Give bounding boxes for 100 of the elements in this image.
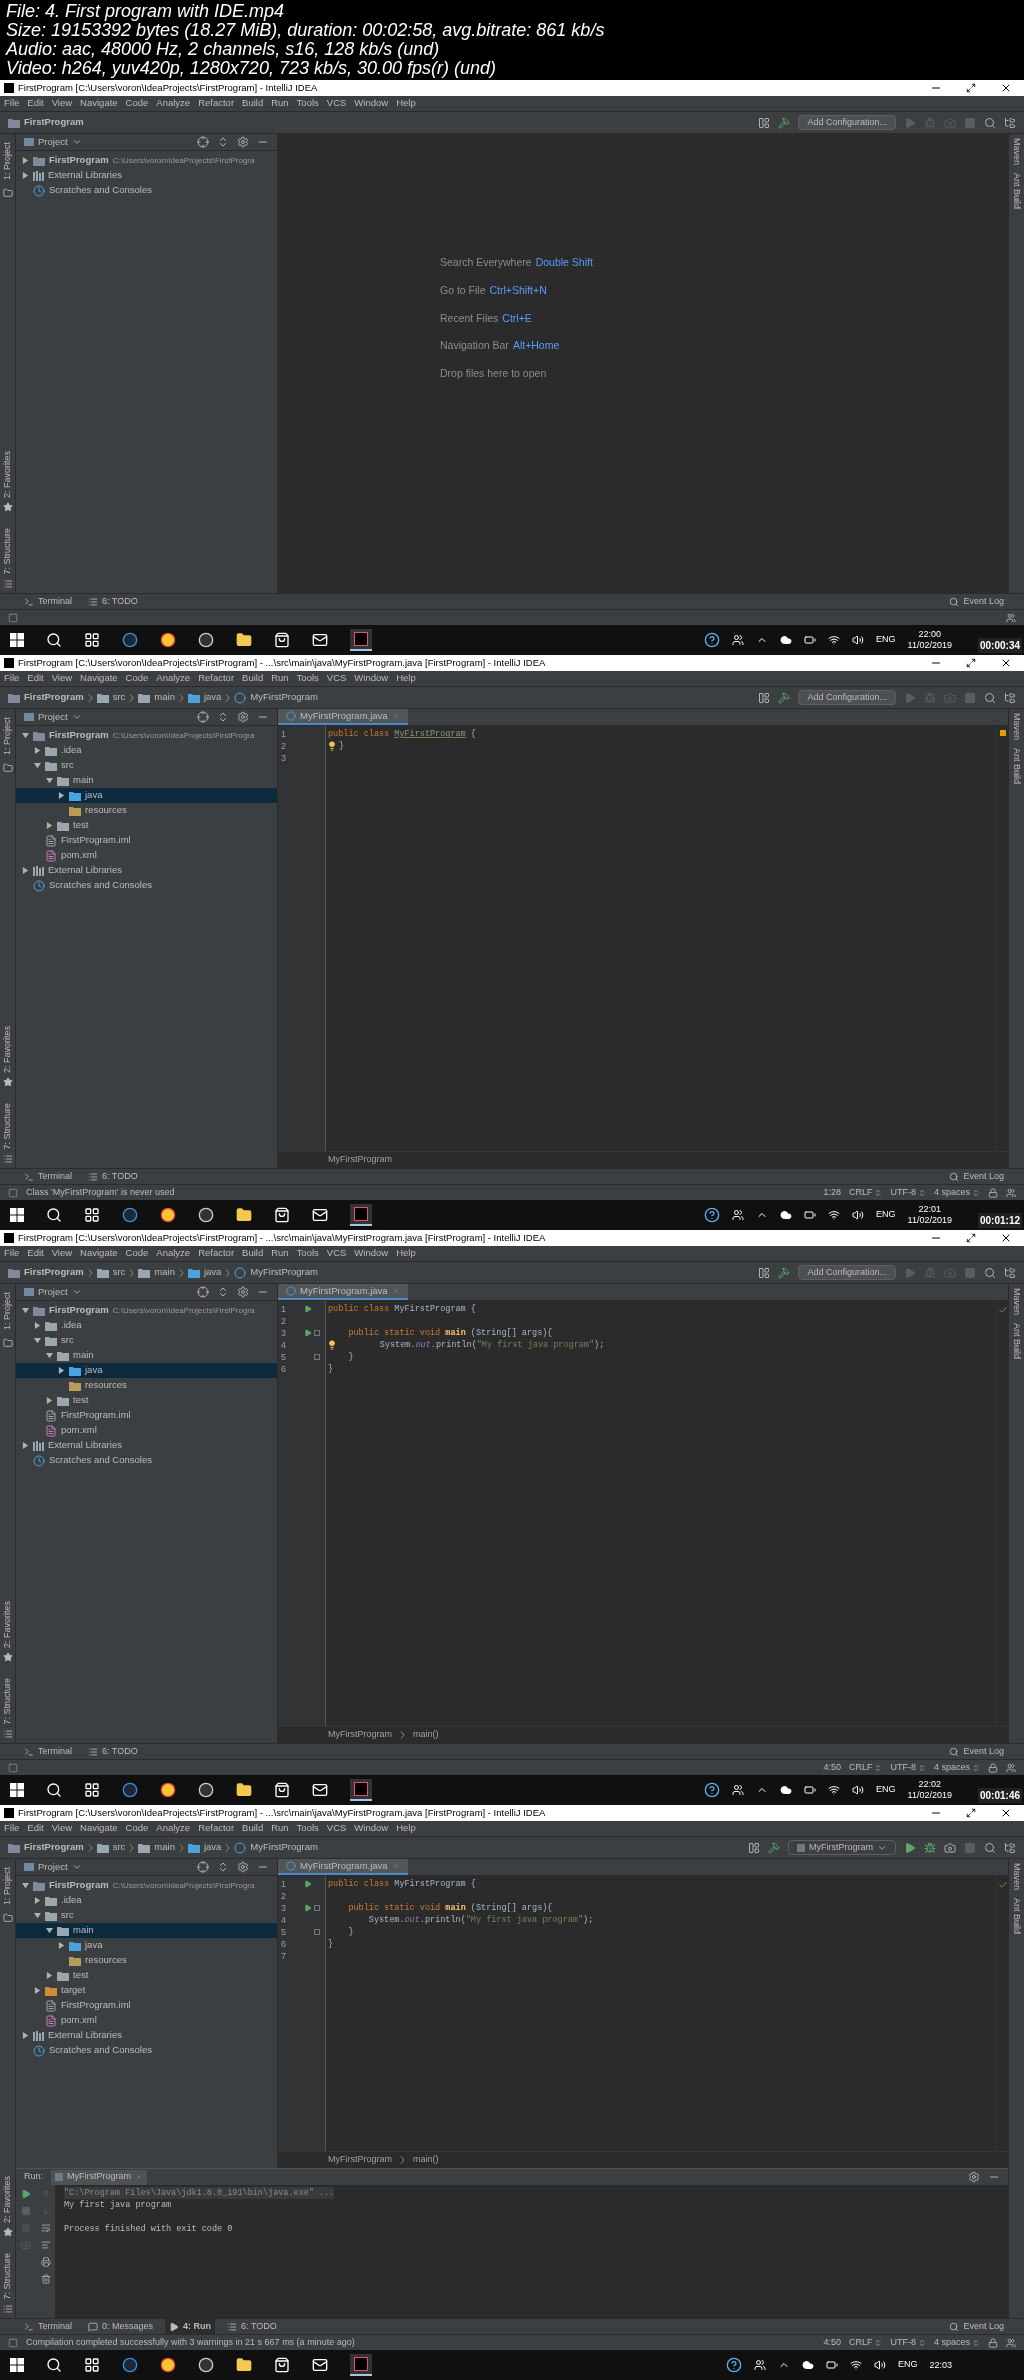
help-icon[interactable] — [704, 1782, 721, 1798]
project-structure-icon[interactable] — [1004, 691, 1016, 704]
locate-icon[interactable] — [197, 711, 209, 723]
tree-item[interactable]: src — [16, 1333, 277, 1348]
side-tab[interactable]: Maven — [1009, 1863, 1024, 1890]
menu-item[interactable]: File — [4, 1246, 20, 1261]
breadcrumb-item[interactable]: FirstProgram — [8, 1840, 84, 1855]
collapsed-arrow-icon[interactable] — [22, 2032, 29, 2039]
menu-item[interactable]: View — [51, 671, 73, 686]
layout-icon[interactable] — [758, 116, 771, 129]
debug-icon[interactable] — [924, 1841, 936, 1854]
app-icon[interactable] — [160, 632, 176, 648]
mail-icon[interactable] — [312, 1782, 328, 1798]
cloud-icon[interactable] — [780, 1209, 793, 1221]
event-log-button[interactable]: Event Log — [949, 594, 1004, 609]
expanded-arrow-icon[interactable] — [46, 1927, 53, 1934]
tool-window-tab[interactable]: 6: TODO — [84, 594, 142, 609]
clock[interactable]: 22:00 11/02/2019 — [907, 629, 952, 651]
run-gutter-icon[interactable] — [304, 1329, 312, 1337]
menu-item[interactable]: Tools — [296, 671, 319, 686]
tree-item[interactable]: .idea — [16, 743, 277, 758]
restore-icon[interactable] — [966, 1233, 976, 1243]
search-icon[interactable] — [46, 632, 62, 648]
breadcrumb-item[interactable]: java — [187, 1265, 222, 1280]
ide-app-icon[interactable] — [350, 629, 372, 651]
folder-icon[interactable] — [236, 2357, 252, 2373]
menu-item[interactable]: Help — [396, 671, 416, 686]
menu-item[interactable]: Analyze — [156, 1246, 191, 1261]
clock[interactable]: 22:02 11/02/2019 — [907, 1779, 952, 1801]
event-log-button[interactable]: Event Log — [949, 2319, 1004, 2334]
tree-item[interactable]: FirstProgram C:\Users\voron\IdeaProjects\FirstProgra — [16, 728, 277, 743]
app-icon[interactable] — [122, 1782, 138, 1798]
language-indicator[interactable]: ENG — [876, 633, 896, 647]
app-icon[interactable] — [198, 632, 214, 648]
search-icon[interactable] — [46, 1207, 62, 1223]
breadcrumb-item[interactable]: MyFirstProgram — [234, 1840, 318, 1855]
status-indicator[interactable]: 4 spaces — [933, 1185, 980, 1200]
side-tab[interactable]: Ant Build — [1009, 1323, 1024, 1360]
settings-icon[interactable] — [237, 1286, 249, 1298]
menu-item[interactable]: View — [51, 1246, 73, 1261]
settings-icon[interactable] — [237, 711, 249, 723]
locate-icon[interactable] — [197, 136, 209, 148]
menu-item[interactable]: Tools — [296, 1246, 319, 1261]
side-tab[interactable]: 7: Structure — [0, 524, 15, 579]
side-tab[interactable]: 2: Favorites — [0, 447, 15, 503]
wifi-icon[interactable] — [828, 1784, 841, 1796]
menu-item[interactable]: VCS — [326, 1246, 347, 1261]
menu-item[interactable]: VCS — [326, 96, 347, 111]
status-indicator[interactable]: CRLF — [848, 2335, 883, 2350]
breadcrumb-item[interactable]: src — [96, 1840, 126, 1855]
task-view-icon[interactable] — [84, 632, 100, 648]
tool-window-tab[interactable]: Terminal — [20, 1744, 76, 1759]
breadcrumb-item[interactable]: FirstProgram — [8, 690, 84, 705]
project-structure-icon[interactable] — [1004, 1841, 1016, 1854]
lock-icon[interactable] — [988, 2337, 998, 2348]
shopping-bag-icon[interactable] — [274, 632, 290, 648]
breadcrumb-item[interactable]: FirstProgram — [8, 115, 84, 130]
menu-item[interactable]: View — [51, 96, 73, 111]
side-tab[interactable]: Maven — [1009, 138, 1024, 165]
menu-item[interactable]: Navigate — [80, 1821, 118, 1836]
cloud-icon[interactable] — [780, 634, 793, 646]
run-tab[interactable]: MyFirstProgram — [51, 2169, 148, 2185]
locate-icon[interactable] — [197, 1286, 209, 1298]
app-icon[interactable] — [160, 1207, 176, 1223]
menu-item[interactable]: File — [4, 671, 20, 686]
fold-marker-icon[interactable] — [314, 1330, 320, 1336]
collapsed-arrow-icon[interactable] — [22, 172, 29, 179]
tree-item[interactable]: pom.xml — [16, 1423, 277, 1438]
mail-icon[interactable] — [312, 632, 328, 648]
collapsed-arrow-icon[interactable] — [46, 1397, 53, 1404]
app-icon[interactable] — [198, 1782, 214, 1798]
tool-window-tab[interactable]: Terminal — [20, 594, 76, 609]
menu-item[interactable]: Tools — [296, 96, 319, 111]
people-icon[interactable] — [753, 2359, 766, 2371]
menu-item[interactable]: Code — [125, 1821, 149, 1836]
menu-item[interactable]: Code — [125, 96, 149, 111]
lightbulb-icon[interactable] — [327, 741, 337, 751]
hammer-icon[interactable] — [778, 116, 791, 129]
settings-icon[interactable] — [237, 1861, 249, 1873]
lock-icon[interactable] — [988, 1187, 998, 1198]
menu-item[interactable]: Edit — [27, 96, 44, 111]
task-view-icon[interactable] — [84, 1782, 100, 1798]
side-tab[interactable]: 2: Favorites — [0, 2172, 15, 2228]
collapsed-arrow-icon[interactable] — [46, 1972, 53, 1979]
language-indicator[interactable]: ENG — [897, 2358, 918, 2372]
language-indicator[interactable]: ENG — [876, 1783, 896, 1797]
menu-item[interactable]: Build — [242, 671, 264, 686]
menu-item[interactable]: View — [51, 1821, 73, 1836]
layout-icon[interactable] — [758, 1266, 771, 1279]
collapsed-arrow-icon[interactable] — [34, 1987, 41, 1994]
side-tab[interactable]: 7: Structure — [0, 2249, 15, 2304]
tree-item[interactable]: resources — [16, 1378, 277, 1393]
status-toggle-icon[interactable] — [8, 1762, 18, 1773]
breadcrumb-item[interactable]: FirstProgram — [8, 1265, 84, 1280]
tree-item[interactable]: External Libraries — [16, 1438, 277, 1453]
tree-item[interactable]: java — [16, 1363, 277, 1378]
mail-icon[interactable] — [312, 1207, 328, 1223]
breadcrumb-item[interactable]: src — [96, 1265, 126, 1280]
task-view-icon[interactable] — [84, 2357, 100, 2373]
status-toggle-icon[interactable] — [8, 1187, 18, 1198]
